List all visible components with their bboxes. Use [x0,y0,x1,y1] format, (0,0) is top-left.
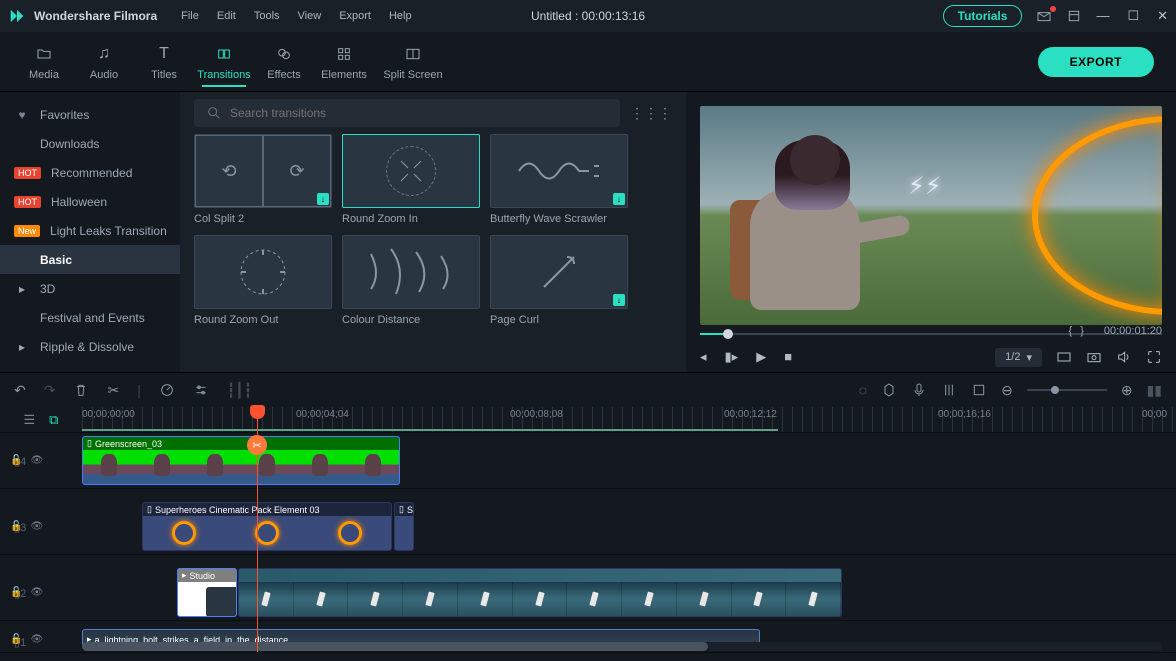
clip-transition-applied[interactable]: ▸Studio [177,568,237,617]
sidebar-item-downloads[interactable]: Downloads [0,129,180,158]
playhead[interactable]: ✂ [257,407,258,652]
clip-superheroes[interactable]: ▯ Superheroes Cinematic Pack Element 03 [142,502,392,551]
menu-help[interactable]: Help [389,10,412,22]
search-input[interactable] [194,99,620,127]
tab-transitions[interactable]: Transitions [194,43,254,81]
clip-studio[interactable] [238,568,842,617]
search-icon [206,105,222,121]
tab-audio[interactable]: ♫Audio [74,43,134,81]
app-logo-icon [8,7,26,25]
adjust-icon[interactable] [193,382,209,398]
tab-titles[interactable]: TTitles [134,43,194,81]
play-button[interactable]: ▶ [756,349,766,365]
menu-file[interactable]: File [181,10,199,22]
app-name: Wondershare Filmora [34,9,157,23]
prev-frame-button[interactable]: ◂ [700,349,707,365]
transition-colour-distance[interactable]: Colour Distance [342,235,480,326]
track-visible-icon[interactable]: 👁 [30,634,43,645]
fullscreen-icon[interactable] [1146,349,1162,365]
zoom-slider[interactable] [1027,389,1107,391]
sidebar-item-basic[interactable]: Basic [0,245,180,274]
timeline-hscrollbar[interactable] [82,642,1162,651]
marker-icon[interactable] [881,382,897,398]
timeline-ruler[interactable]: 00;00;00;00 00;00;04;04 00;00;08;08 00;0… [82,407,1176,432]
export-button[interactable]: EXPORT [1038,47,1154,77]
project-title: Untitled : 00:00:13:16 [531,9,645,23]
close-button[interactable]: ✕ [1157,8,1168,24]
track-visible-icon[interactable]: 👁 [30,587,43,598]
transition-round-zoom-in[interactable]: Round Zoom In [342,134,480,225]
preview-ratio-select[interactable]: 1/2▾ [995,348,1042,367]
volume-icon[interactable] [1116,349,1132,365]
track-visible-icon[interactable]: 👁 [30,521,43,532]
tab-effects[interactable]: Effects [254,43,314,81]
zoom-in-icon[interactable]: ⊕ [1121,382,1133,399]
undo-button[interactable]: ↶ [14,382,26,399]
appearance-icon[interactable] [1066,8,1082,24]
speed-icon[interactable] [159,382,175,398]
menu-export[interactable]: Export [339,10,371,22]
sidebar-item-ripple[interactable]: ▸Ripple & Dissolve [0,332,180,361]
minimize-button[interactable]: — [1096,8,1109,24]
snapshot-icon[interactable] [1086,349,1102,365]
sidebar-item-recommended[interactable]: HOTRecommended [0,158,180,187]
menu-edit[interactable]: Edit [217,10,236,22]
zoom-out-icon[interactable]: ⊖ [1001,382,1013,399]
audio-wave-icon[interactable]: ┇┃┇ [227,382,252,399]
render-icon[interactable]: ◌ [859,382,867,398]
preview-time: 00:00:01:20 [1104,325,1162,337]
magnet-icon[interactable]: ⧉ [49,412,58,428]
grid-view-icon[interactable]: ⋮⋮⋮ [630,105,672,122]
tab-elements[interactable]: Elements [314,43,374,81]
clip-superheroes-2[interactable]: ▯S [394,502,414,551]
sidebar-item-lightleaks[interactable]: NewLight Leaks Transition [0,216,180,245]
clip-greenscreen[interactable]: ▯ Greenscreen_03 [82,436,400,485]
notifications-icon[interactable] [1036,8,1052,24]
transition-round-zoom-out[interactable]: Round Zoom Out [194,235,332,326]
play-in-button[interactable]: ▮▸ [725,349,739,365]
download-icon: ↓ [317,193,329,205]
track-visible-icon[interactable]: 👁 [30,455,43,466]
delete-button[interactable] [73,382,89,398]
voiceover-icon[interactable] [911,382,927,398]
split-button[interactable]: ✂ [107,382,119,399]
menu-tools[interactable]: Tools [254,10,280,22]
transition-page-curl[interactable]: ↓ Page Curl [490,235,628,326]
tab-splitscreen[interactable]: Split Screen [374,43,452,81]
transition-butterfly-wave[interactable]: ↓ Butterfly Wave Scrawler [490,134,628,225]
scissors-icon[interactable]: ✂ [247,435,267,455]
manage-tracks-icon[interactable]: ☰ [24,412,36,428]
stop-button[interactable]: ■ [784,349,792,365]
redo-button[interactable]: ↷ [44,382,56,399]
preview-scrubber[interactable]: {}00:00:01:20 [700,331,1162,337]
tutorials-button[interactable]: Tutorials [943,5,1023,27]
sidebar-item-festival[interactable]: Festival and Events [0,303,180,332]
tab-media[interactable]: Media [14,43,74,81]
preview-viewport: ⚡︎⚡︎ [700,106,1162,325]
preview-quality-icon[interactable] [1056,349,1072,365]
transition-col-split-2[interactable]: ⟲⟳↓ Col Split 2 [194,134,332,225]
sidebar-item-3d[interactable]: ▸3D [0,274,180,303]
maximize-button[interactable]: ☐ [1127,8,1139,24]
menu-view[interactable]: View [298,10,322,22]
sidebar-item-halloween[interactable]: HOTHalloween [0,187,180,216]
zoom-fit-icon[interactable]: ▮▮ [1147,382,1162,399]
crop-icon[interactable] [971,382,987,398]
mixer-icon[interactable] [941,382,957,398]
sidebar-item-favorites[interactable]: ♥Favorites [0,100,180,129]
